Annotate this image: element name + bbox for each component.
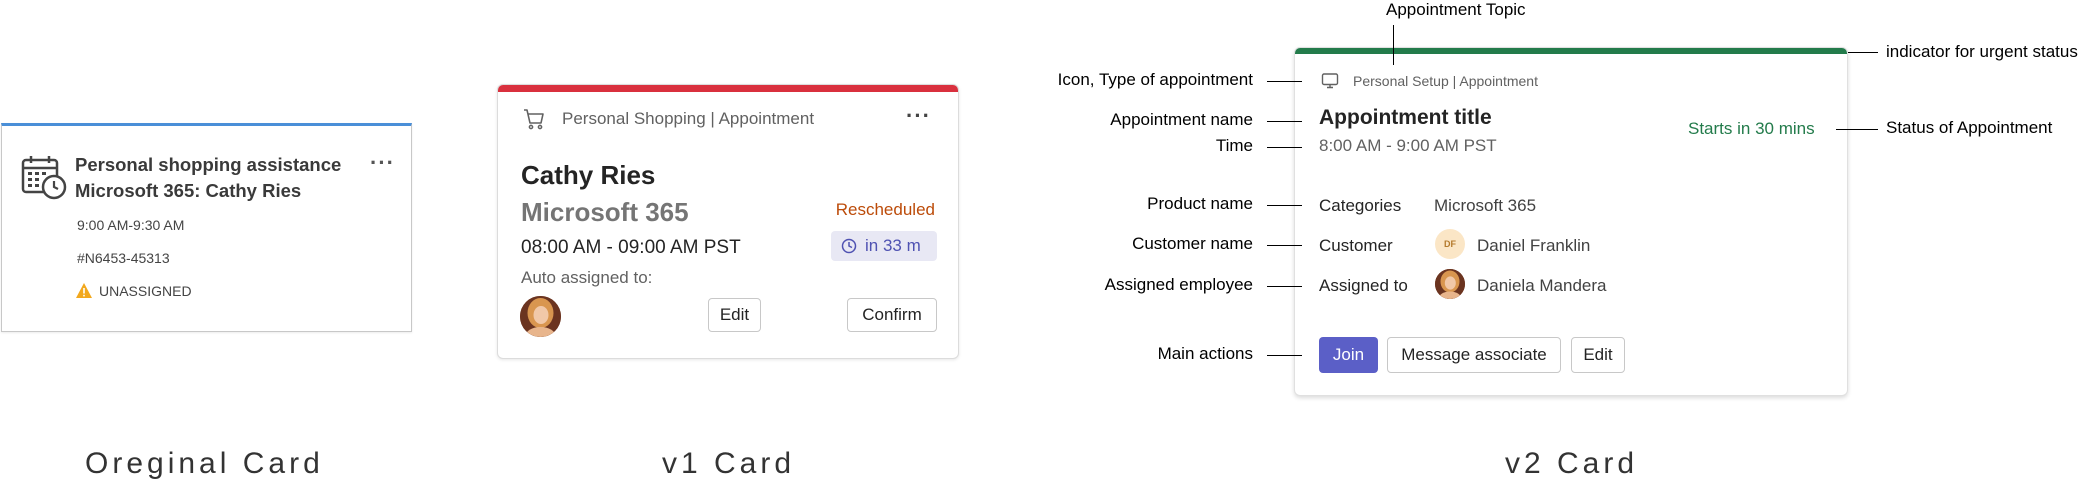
leader-line: [1267, 81, 1302, 82]
edit-button[interactable]: Edit: [1571, 337, 1625, 373]
original-card-title: Personal shopping assistance Microsoft 3…: [75, 152, 355, 204]
customer-value: Daniel Franklin: [1477, 236, 1591, 255]
original-title-line-1: Personal shopping assistance: [75, 154, 342, 175]
leader-line: [1267, 286, 1302, 287]
v1-card[interactable]: Personal Shopping | Appointment ··· Cath…: [497, 84, 959, 359]
leader-line: [1267, 355, 1302, 356]
caption-v2: v2 Card: [1505, 447, 1639, 480]
v2-card[interactable]: Personal Setup | Appointment Appointment…: [1294, 47, 1848, 396]
monitor-icon: [1321, 73, 1339, 89]
join-button[interactable]: Join: [1319, 337, 1378, 373]
leader-line: [1267, 205, 1302, 206]
callout-time: Time: [1215, 136, 1253, 155]
urgent-indicator-bar: [1295, 48, 1847, 54]
callout-status: Status of Appointment: [1886, 118, 2053, 137]
countdown-text: in 33 m: [865, 236, 921, 255]
countdown-badge: in 33 m: [831, 231, 937, 261]
clock-icon: [841, 238, 857, 254]
leader-line: [1848, 52, 1878, 53]
leader-line: [1267, 245, 1302, 246]
caption-original: Oreginal Card: [85, 447, 324, 480]
categories-label: Categories: [1319, 196, 1402, 215]
assigned-value: Daniela Mandera: [1477, 276, 1607, 295]
callout-urgent: indicator for urgent status: [1886, 42, 2078, 61]
appointment-time: 08:00 AM - 09:00 AM PST: [521, 237, 741, 258]
auto-assigned-label: Auto assigned to:: [521, 268, 653, 287]
appointment-time: 8:00 AM - 9:00 AM PST: [1319, 136, 1497, 155]
callout-product: Product name: [1147, 194, 1253, 213]
callout-assigned: Assigned employee: [1104, 275, 1253, 294]
warning-icon: [76, 283, 92, 298]
more-options-icon[interactable]: ···: [370, 150, 395, 176]
callout-icon-type: Icon, Type of appointment: [1057, 70, 1253, 89]
leader-line: [1267, 121, 1302, 122]
message-associate-button[interactable]: Message associate: [1387, 337, 1561, 373]
original-id: #N6453-45313: [77, 250, 170, 266]
shopping-cart-icon: [524, 109, 544, 130]
edit-button[interactable]: Edit: [708, 298, 761, 332]
status-text: Rescheduled: [835, 200, 935, 219]
assigned-label: Assigned to: [1319, 276, 1408, 295]
status-text: Starts in 30 mins: [1688, 119, 1815, 138]
appointment-type: Personal Shopping | Appointment: [562, 109, 815, 128]
leader-line: [1267, 147, 1302, 148]
caption-v1: v1 Card: [662, 447, 796, 480]
appointment-type: Personal Setup | Appointment: [1353, 73, 1538, 89]
avatar[interactable]: [520, 296, 561, 337]
avatar: [1435, 269, 1465, 299]
confirm-button[interactable]: Confirm: [847, 298, 937, 332]
more-options-icon[interactable]: ···: [906, 103, 931, 129]
appointment-title: Appointment title: [1319, 106, 1492, 129]
original-time: 9:00 AM-9:30 AM: [77, 217, 185, 233]
callout-customer: Customer name: [1132, 234, 1253, 253]
original-card[interactable]: Personal shopping assistance Microsoft 3…: [1, 123, 412, 332]
categories-value: Microsoft 365: [1434, 196, 1537, 215]
avatar: DF: [1435, 229, 1465, 259]
product-name: Microsoft 365: [521, 197, 689, 227]
leader-line: [1393, 25, 1394, 65]
original-status: UNASSIGNED: [99, 283, 192, 299]
original-title-line-2: Microsoft 365: Cathy Ries: [75, 180, 302, 201]
person-photo-icon: [520, 296, 561, 337]
callout-name: Appointment name: [1110, 110, 1253, 129]
customer-name: Cathy Ries: [521, 160, 656, 190]
callout-actions: Main actions: [1157, 344, 1253, 363]
person-photo-icon: [1435, 269, 1465, 299]
leader-line: [1836, 129, 1878, 130]
customer-label: Customer: [1319, 236, 1393, 255]
calendar-clock-icon: [21, 156, 67, 200]
callout-topic: Appointment Topic: [1386, 0, 1526, 19]
urgent-indicator-bar: [498, 85, 958, 92]
